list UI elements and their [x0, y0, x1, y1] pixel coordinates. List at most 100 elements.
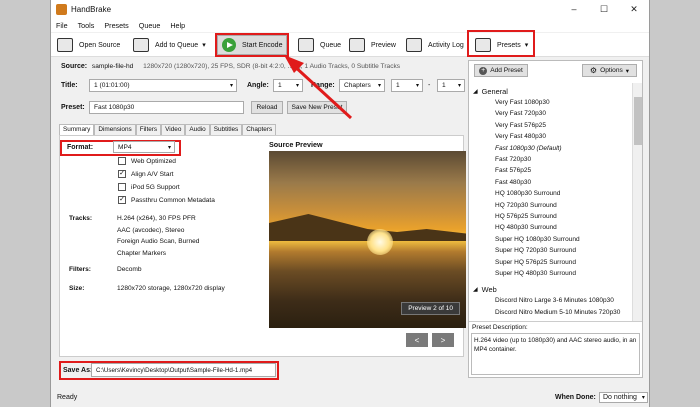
queue-icon [298, 38, 314, 52]
expand-arrow-icon[interactable]: ◢ [473, 286, 478, 293]
queue-label: Queue [320, 41, 342, 49]
source-label: Source: [61, 63, 88, 70]
menu-presets[interactable]: Presets [104, 21, 128, 30]
range-end-select[interactable]: 1 [437, 79, 465, 92]
align-av-checkbox[interactable]: ✓ Align A/V Start [118, 170, 174, 178]
range-end-value: 1 [442, 82, 446, 89]
preset-group-label: General [481, 87, 508, 96]
angle-select[interactable]: 1 [273, 79, 303, 92]
plus-icon: + [479, 66, 488, 75]
save-as-path-input[interactable]: C:\Users\Kevincy\Desktop\Output\Sample-F… [91, 363, 276, 377]
preset-item[interactable]: HQ 720p30 Surround [495, 202, 557, 209]
open-source-label: Open Source [79, 41, 121, 49]
open-source-button[interactable]: Open Source [57, 35, 120, 55]
minimize-button[interactable]: – [559, 0, 589, 18]
add-preset-button[interactable]: + Add Preset [474, 64, 528, 77]
add-image-icon [133, 38, 149, 52]
preset-item[interactable]: HQ 1080p30 Surround [495, 190, 560, 197]
preset-group-header[interactable]: ◢ General [473, 87, 508, 96]
menu-file[interactable]: File [56, 21, 68, 30]
preset-group-header[interactable]: ◢ Web [473, 285, 497, 294]
menu-bar: File Tools Presets Queue Help [51, 18, 649, 32]
start-encode-highlight [215, 33, 289, 57]
preset-item[interactable]: Super HQ 576p25 Surround [495, 259, 576, 266]
preset-description-label: Preset Description: [472, 324, 528, 331]
queue-button[interactable]: Queue [298, 35, 341, 55]
passthru-metadata-label: Passthru Common Metadata [131, 196, 215, 204]
preset-item[interactable]: Discord Nitro Medium 5-10 Minutes 720p30 [495, 309, 620, 316]
preset-item[interactable]: HQ 576p25 Surround [495, 213, 557, 220]
activity-log-button[interactable]: Activity Log [406, 35, 464, 55]
preview-button[interactable]: Preview [349, 35, 396, 55]
title-label: Title: [61, 82, 78, 89]
menu-tools[interactable]: Tools [78, 21, 95, 30]
preset-item[interactable]: Super HQ 480p30 Surround [495, 270, 576, 277]
preset-item[interactable]: Fast 1080p30 (Default) [495, 145, 561, 152]
scrollbar-thumb[interactable] [634, 97, 642, 145]
preset-value: Fast 1080p30 [94, 104, 135, 111]
source-info: 1280x720 (1280x720), 25 FPS, SDR (8-bit … [143, 63, 401, 70]
handbrake-icon [56, 3, 67, 15]
gear-icon: ⚙ [589, 66, 598, 75]
preview-next-button[interactable]: > [432, 333, 454, 347]
divider [469, 321, 642, 322]
terminal-icon [406, 38, 422, 52]
preset-item[interactable]: Discord Nitro Large 3-6 Minutes 1080p30 [495, 297, 614, 304]
range-value: Chapters [344, 82, 371, 89]
range-label: Range: [311, 82, 335, 89]
maximize-button[interactable]: ☐ [589, 0, 619, 18]
preset-item[interactable]: Fast 480p30 [495, 179, 531, 186]
checkbox-box [118, 183, 126, 191]
range-select[interactable]: Chapters [339, 79, 385, 92]
track-item: AAC (avcodec), Stereo [117, 226, 185, 234]
save-new-preset-button[interactable]: Save New Preset [287, 101, 347, 114]
dropdown-arrow-icon: ▾ [202, 42, 206, 49]
tracks-list: H.264 (x264), 30 FPS PFR AAC (avcodec), … [117, 213, 199, 259]
preview-image: Preview 2 of 10 [269, 151, 466, 328]
add-to-queue-label: Add to Queue [155, 41, 199, 49]
options-button[interactable]: ⚙ Options ▾ [582, 64, 637, 77]
title-select[interactable]: 1 (01:01:00) [89, 79, 237, 92]
add-to-queue-button[interactable]: Add to Queue ▾ [133, 35, 206, 55]
track-item: Chapter Markers [117, 249, 167, 257]
presets-panel: + Add Preset ⚙ Options ▾ ◢ General Very Fa… [468, 60, 643, 378]
filters-label: Filters: [69, 266, 91, 273]
checkmark-icon: ✓ [118, 196, 126, 204]
preview-counter: Preview 2 of 10 [401, 302, 460, 315]
preset-item[interactable]: Very Fast 720p30 [495, 110, 546, 117]
preset-item[interactable]: Very Fast 480p30 [495, 133, 546, 140]
preset-item[interactable]: Super HQ 720p30 Surround [495, 247, 576, 254]
close-button[interactable]: ✕ [619, 0, 649, 18]
angle-value: 1 [278, 82, 282, 89]
web-optimized-checkbox[interactable]: Web Optimized [118, 157, 176, 165]
film-icon [349, 38, 365, 52]
menu-help[interactable]: Help [170, 21, 185, 30]
preview-label: Preview [371, 41, 396, 49]
passthru-metadata-checkbox[interactable]: ✓ Passthru Common Metadata [118, 196, 215, 204]
preset-field[interactable]: Fast 1080p30 [89, 101, 244, 114]
when-done-select[interactable]: Do nothing ▾ [599, 391, 648, 403]
preset-item[interactable]: HQ 480p30 Surround [495, 224, 557, 231]
checkmark-icon: ✓ [118, 170, 126, 178]
size-label: Size: [69, 285, 85, 292]
range-start-select[interactable]: 1 [391, 79, 423, 92]
save-as-path: C:\Users\Kevincy\Desktop\Output\Sample-F… [96, 366, 253, 374]
preset-item[interactable]: Fast 720p30 [495, 156, 531, 163]
preset-item[interactable]: Very Fast 1080p30 [495, 99, 550, 106]
track-item: H.264 (x264), 30 FPS PFR [117, 215, 196, 222]
angle-label: Angle: [247, 82, 269, 89]
range-start-value: 1 [396, 82, 400, 89]
preset-item[interactable]: Fast 576p25 [495, 167, 531, 174]
preset-item[interactable]: Very Fast 576p25 [495, 122, 546, 129]
menu-queue[interactable]: Queue [139, 21, 161, 30]
ipod-support-checkbox[interactable]: iPod 5G Support [118, 183, 180, 191]
preset-item[interactable]: Super HQ 1080p30 Surround [495, 236, 580, 243]
checkbox-box [118, 157, 126, 165]
preview-prev-button[interactable]: < [406, 333, 428, 347]
save-as-label: Save As: [63, 367, 93, 374]
format-select[interactable]: MP4 [113, 141, 175, 153]
preset-list-scrollbar[interactable] [632, 83, 642, 321]
reload-button[interactable]: Reload [251, 101, 283, 114]
title-value: 1 (01:01:00) [94, 82, 130, 89]
expand-arrow-icon[interactable]: ◢ [473, 88, 478, 95]
